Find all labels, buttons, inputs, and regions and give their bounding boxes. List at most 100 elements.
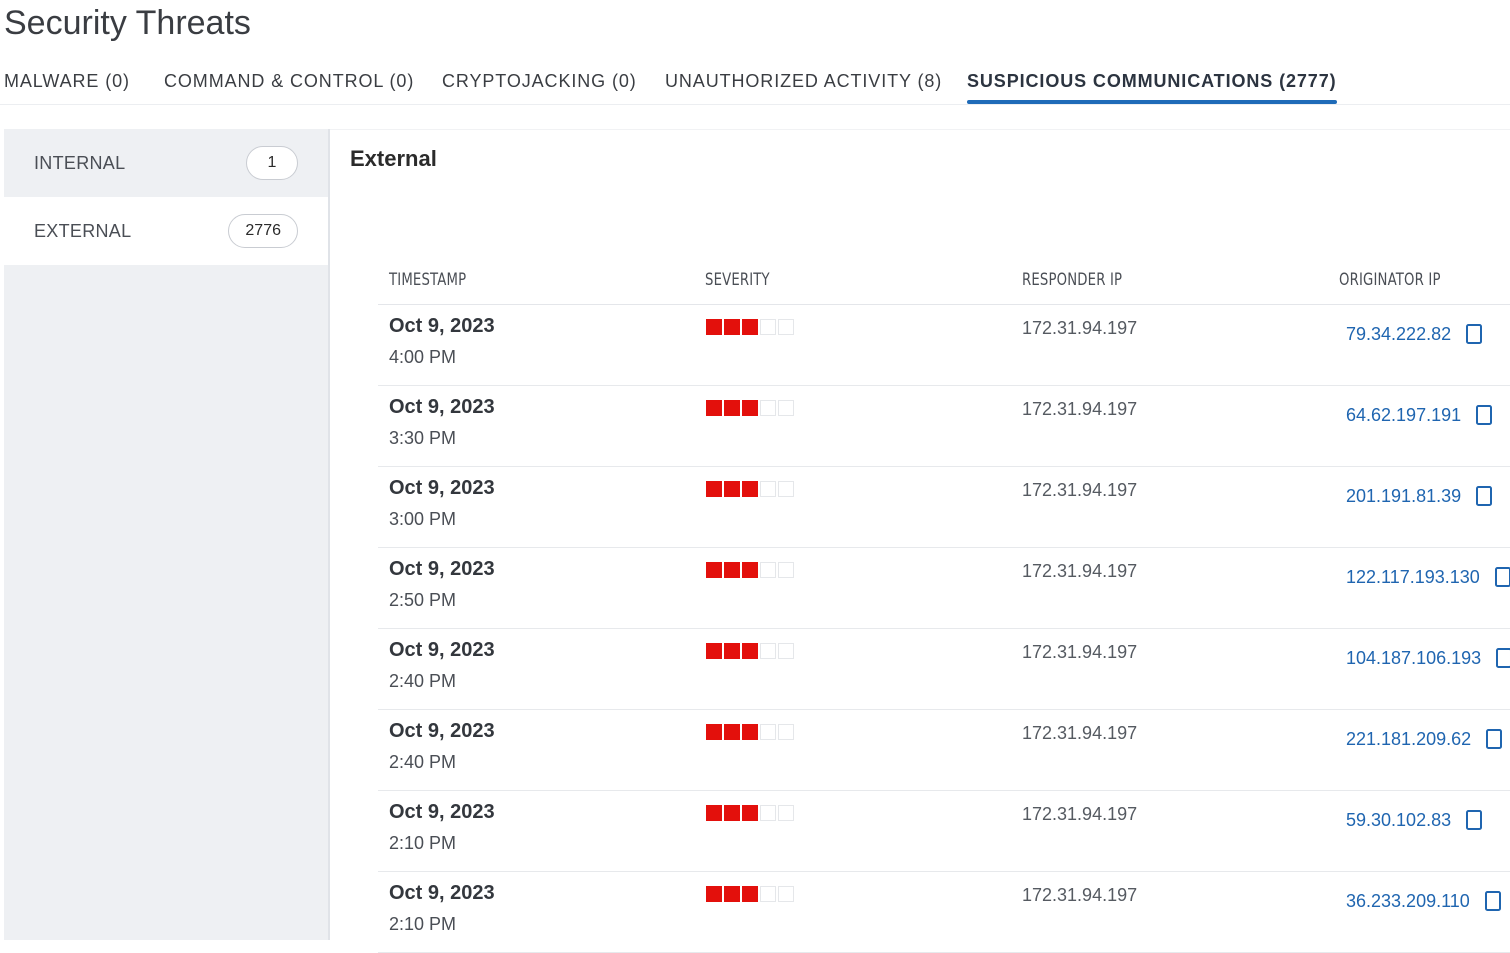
responder-ip: 172.31.94.197: [1022, 885, 1138, 905]
timestamp-time: 2:40 PM: [389, 671, 457, 691]
originator-ip-link[interactable]: 201.191.81.39: [1346, 486, 1461, 507]
severity-meter: [706, 562, 796, 578]
severity-block-filled: [742, 400, 758, 416]
responder-ip: 172.31.94.197: [1022, 723, 1138, 743]
severity-block-filled: [742, 805, 758, 821]
responder-ip: 172.31.94.197: [1022, 480, 1138, 500]
copy-icon[interactable]: [1475, 404, 1493, 426]
severity-block-filled: [742, 319, 758, 335]
originator-ip-cell: 201.191.81.39: [1346, 485, 1493, 507]
table-row[interactable]: Oct 9, 2023 2:10 PM 172.31.94.197 59.30.102…: [378, 791, 1510, 872]
tab-malware[interactable]: MALWARE (0): [4, 60, 130, 104]
severity-block-filled: [706, 886, 722, 902]
copy-icon[interactable]: [1495, 647, 1510, 669]
copy-icon[interactable]: [1465, 809, 1483, 831]
severity-block-filled: [724, 724, 740, 740]
severity-block-empty: [778, 805, 794, 821]
severity-block-empty: [778, 643, 794, 659]
severity-block-empty: [760, 319, 776, 335]
originator-ip-cell: 122.117.193.130: [1346, 566, 1510, 588]
page-title: Security Threats: [4, 4, 251, 42]
severity-block-filled: [724, 805, 740, 821]
responder-ip: 172.31.94.197: [1022, 318, 1138, 338]
column-header-timestamp[interactable]: TIMESTAMP: [389, 270, 466, 290]
copy-icon[interactable]: [1494, 566, 1510, 588]
table-row[interactable]: Oct 9, 2023 2:50 PM 172.31.94.197 122.117.1…: [378, 548, 1510, 629]
table-header: TIMESTAMP SEVERITY RESPONDER IP ORIGINAT…: [378, 262, 1510, 305]
severity-block-empty: [760, 562, 776, 578]
sidebar-item-external[interactable]: EXTERNAL 2776: [4, 197, 328, 265]
originator-ip-link[interactable]: 64.62.197.191: [1346, 405, 1461, 426]
section-title: External: [350, 146, 437, 171]
tab-unauthorized-activity[interactable]: UNAUTHORIZED ACTIVITY (8): [665, 60, 942, 104]
copy-icon[interactable]: [1465, 323, 1483, 345]
severity-block-filled: [742, 643, 758, 659]
severity-block-filled: [724, 886, 740, 902]
tab-cryptojacking[interactable]: CRYPTOJACKING (0): [442, 60, 637, 104]
severity-block-empty: [760, 886, 776, 902]
originator-ip-link[interactable]: 104.187.106.193: [1346, 648, 1481, 669]
originator-ip-cell: 104.187.106.193: [1346, 647, 1510, 669]
sidebar-item-label: EXTERNAL: [34, 221, 132, 241]
originator-ip-cell: 64.62.197.191: [1346, 404, 1493, 426]
originator-ip-cell: 36.233.209.110: [1346, 890, 1502, 912]
copy-icon[interactable]: [1475, 485, 1493, 507]
table-row[interactable]: Oct 9, 2023 3:00 PM 172.31.94.197 201.191.8…: [378, 467, 1510, 548]
table-row[interactable]: Oct 9, 2023 2:40 PM 172.31.94.197 104.187.1…: [378, 629, 1510, 710]
timestamp-date: Oct 9, 2023: [389, 720, 495, 742]
severity-block-filled: [724, 319, 740, 335]
originator-ip-link[interactable]: 221.181.209.62: [1346, 729, 1471, 750]
timestamp-time: 2:10 PM: [389, 914, 457, 934]
severity-block-filled: [724, 481, 740, 497]
severity-block-filled: [706, 319, 722, 335]
severity-block-filled: [706, 481, 722, 497]
responder-ip: 172.31.94.197: [1022, 561, 1138, 581]
severity-block-empty: [778, 724, 794, 740]
severity-block-empty: [778, 886, 794, 902]
timestamp-time: 3:30 PM: [389, 428, 457, 448]
severity-block-empty: [778, 319, 794, 335]
threat-table-body: Oct 9, 2023 4:00 PM 172.31.94.197 79.34.222…: [378, 305, 1510, 953]
timestamp-time: 3:00 PM: [389, 509, 457, 529]
originator-ip-link[interactable]: 79.34.222.82: [1346, 324, 1451, 345]
table-row[interactable]: Oct 9, 2023 3:30 PM 172.31.94.197 64.62.197…: [378, 386, 1510, 467]
tab-suspicious-communications[interactable]: SUSPICIOUS COMMUNICATIONS (2777): [967, 60, 1337, 104]
originator-ip-cell: 59.30.102.83: [1346, 809, 1483, 831]
severity-block-empty: [760, 724, 776, 740]
severity-meter: [706, 643, 796, 659]
column-header-responder-ip[interactable]: RESPONDER IP: [1022, 270, 1122, 290]
severity-block-empty: [778, 400, 794, 416]
severity-block-filled: [706, 724, 722, 740]
timestamp-date: Oct 9, 2023: [389, 396, 495, 418]
table-row[interactable]: Oct 9, 2023 2:40 PM 172.31.94.197 221.181.2…: [378, 710, 1510, 791]
sidebar-item-label: INTERNAL: [34, 153, 126, 173]
count-badge: 1: [246, 146, 298, 180]
severity-block-filled: [706, 805, 722, 821]
originator-ip-cell: 79.34.222.82: [1346, 323, 1483, 345]
column-header-severity[interactable]: SEVERITY: [705, 270, 770, 290]
sidebar-item-internal[interactable]: INTERNAL 1: [4, 129, 328, 197]
timestamp-date: Oct 9, 2023: [389, 477, 495, 499]
threat-tabs: MALWARE (0) COMMAND & CONTROL (0) CRYPTO…: [0, 60, 1510, 105]
severity-block-filled: [742, 481, 758, 497]
timestamp-date: Oct 9, 2023: [389, 801, 495, 823]
originator-ip-link[interactable]: 59.30.102.83: [1346, 810, 1451, 831]
copy-icon[interactable]: [1485, 728, 1503, 750]
severity-block-empty: [760, 481, 776, 497]
timestamp-date: Oct 9, 2023: [389, 558, 495, 580]
table-row[interactable]: Oct 9, 2023 4:00 PM 172.31.94.197 79.34.222…: [378, 305, 1510, 386]
severity-block-filled: [724, 643, 740, 659]
table-row[interactable]: Oct 9, 2023 2:10 PM 172.31.94.197 36.233.20…: [378, 872, 1510, 953]
severity-block-filled: [742, 886, 758, 902]
originator-ip-link[interactable]: 122.117.193.130: [1346, 567, 1480, 588]
column-header-originator-ip[interactable]: ORIGINATOR IP: [1339, 270, 1441, 290]
severity-block-filled: [706, 400, 722, 416]
originator-ip-link[interactable]: 36.233.209.110: [1346, 891, 1470, 912]
severity-meter: [706, 400, 796, 416]
count-badge: 2776: [228, 214, 298, 248]
responder-ip: 172.31.94.197: [1022, 804, 1138, 824]
copy-icon[interactable]: [1484, 890, 1502, 912]
tab-command-and-control[interactable]: COMMAND & CONTROL (0): [164, 60, 414, 104]
severity-block-empty: [778, 562, 794, 578]
severity-block-empty: [760, 643, 776, 659]
